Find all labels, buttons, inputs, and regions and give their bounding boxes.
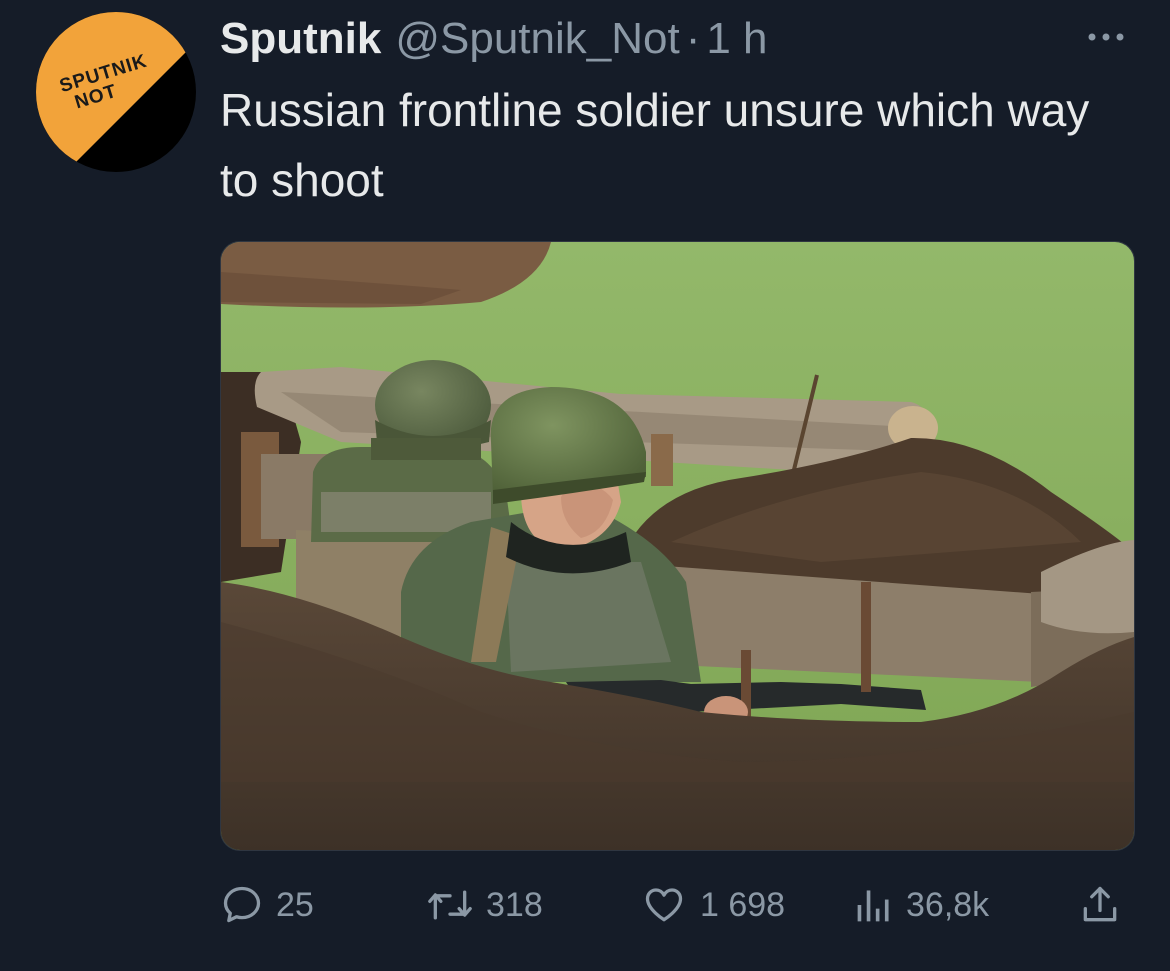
tweet-timestamp[interactable]: 1 h — [706, 12, 767, 66]
views-count: 36,8k — [906, 885, 990, 924]
share-upload-icon — [1083, 886, 1117, 922]
retweet-button[interactable]: 318 — [426, 877, 543, 933]
share-button[interactable] — [1078, 877, 1122, 933]
bar-chart-icon — [857, 890, 889, 922]
tweet-header: Sputnik @Sputnik_Not · 1 h — [220, 12, 768, 66]
more-options-button[interactable] — [1082, 22, 1130, 52]
reply-count: 25 — [276, 885, 314, 924]
heart-icon — [645, 888, 683, 922]
tweet-actions: 25 318 1 698 36,8k — [220, 877, 1132, 933]
speech-bubble-icon — [223, 886, 261, 923]
more-horizontal-icon — [1088, 33, 1124, 41]
author-avatar[interactable]: SPUTNIK NOT — [36, 12, 196, 172]
retweet-count: 318 — [486, 885, 543, 924]
header-separator: · — [685, 14, 701, 63]
like-count: 1 698 — [700, 885, 786, 924]
author-handle[interactable]: @Sputnik_Not — [395, 12, 679, 66]
author-display-name[interactable]: Sputnik — [220, 12, 381, 66]
photo — [221, 242, 1134, 850]
sputnik-logo: SPUTNIK NOT — [36, 12, 196, 172]
tweet-photo[interactable] — [220, 241, 1135, 851]
retweet-arrows-icon — [428, 890, 472, 920]
views-button[interactable]: 36,8k — [854, 877, 989, 933]
reply-button[interactable]: 25 — [220, 877, 314, 933]
like-button[interactable]: 1 698 — [640, 877, 785, 933]
tweet-text: Russian frontline soldier unsure which w… — [220, 84, 1090, 206]
